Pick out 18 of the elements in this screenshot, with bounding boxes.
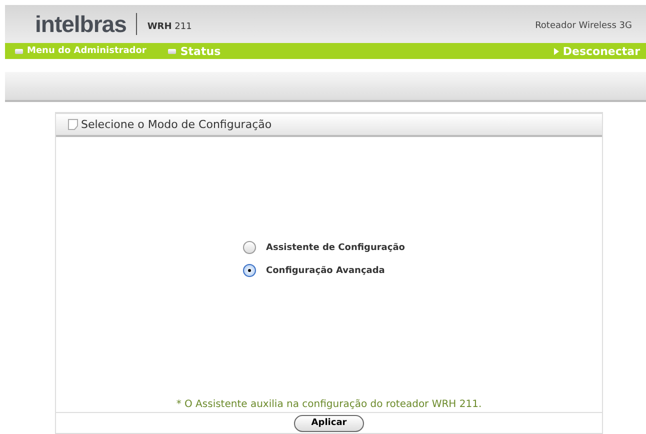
- menu-icon: [15, 48, 23, 54]
- panel-title: Selecione o Modo de Configuração: [81, 118, 272, 131]
- product-name: Roteador Wireless 3G: [535, 21, 632, 31]
- logout-link[interactable]: Desconectar: [554, 44, 640, 58]
- arrow-icon: [554, 48, 559, 54]
- option-label: Assistente de Configuração: [266, 242, 405, 252]
- note-icon: [68, 119, 78, 130]
- help-note: * O Assistente auxilia na configuração do roteador WRH 211.: [176, 399, 482, 410]
- apply-button[interactable]: Aplicar: [294, 414, 364, 432]
- radio-button[interactable]: [243, 241, 256, 254]
- brand-logo: intelbras: [35, 10, 126, 38]
- menu-link[interactable]: Menu do Administrador: [15, 46, 146, 56]
- option-label: Configuração Avançada: [266, 266, 385, 276]
- radio-button[interactable]: [243, 264, 256, 277]
- header-divider: [136, 13, 138, 35]
- menu-link[interactable]: Status: [168, 44, 221, 58]
- menu-icon: [168, 48, 176, 54]
- model-name: WRH 211: [147, 22, 192, 32]
